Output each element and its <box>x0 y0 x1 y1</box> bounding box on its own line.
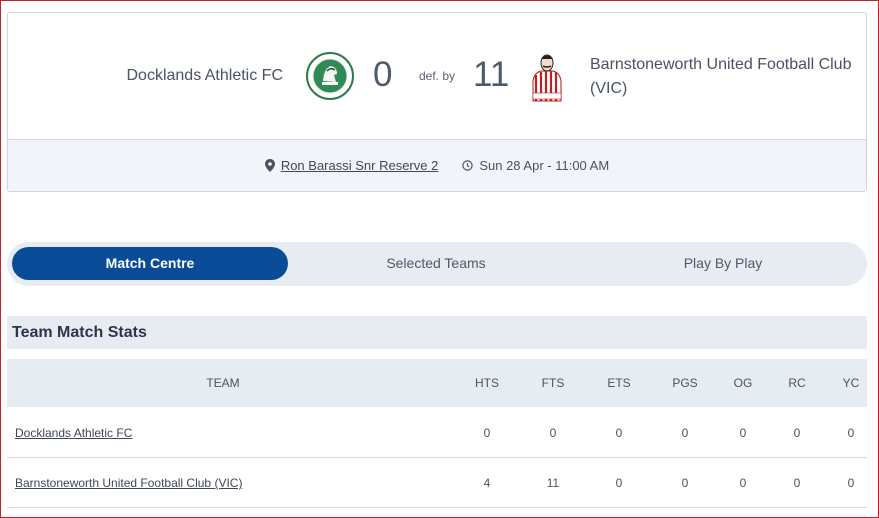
tab-play-by-play[interactable]: Play By Play <box>585 247 861 280</box>
stats-title: Team Match Stats <box>12 324 147 341</box>
stat-ets: 0 <box>615 476 623 490</box>
stat-og: 0 <box>739 476 747 490</box>
column-header-pgs: PGS <box>672 376 698 390</box>
column-header-yc: YC <box>842 376 860 390</box>
column-header-team: TEAM <box>206 376 240 390</box>
stats-title-bar: Team Match Stats <box>7 316 867 349</box>
team-link[interactable]: Docklands Athletic FC <box>15 426 132 440</box>
stat-fts: 11 <box>546 476 560 490</box>
away-team-name: Barnstoneworth United Football Club (VIC… <box>590 56 852 97</box>
column-header-fts: FTS <box>541 376 565 390</box>
location-pin-icon <box>264 159 275 172</box>
home-score: 0 <box>373 55 393 94</box>
stat-og: 0 <box>739 426 747 440</box>
tab-match-centre[interactable]: Match Centre <box>12 247 288 280</box>
stat-rc: 0 <box>793 426 801 440</box>
stat-rc: 0 <box>793 476 801 490</box>
home-team-name: Docklands Athletic FC <box>126 67 283 84</box>
stat-ets: 0 <box>615 426 623 440</box>
stat-fts: 0 <box>549 426 557 440</box>
column-header-hts: HTS <box>475 376 499 390</box>
venue-link[interactable]: Ron Barassi Snr Reserve 2 <box>281 158 439 173</box>
tab-selected-teams[interactable]: Selected Teams <box>299 247 573 280</box>
match-datetime: Sun 28 Apr - 11:00 AM <box>479 158 610 173</box>
column-header-og: OG <box>733 376 753 390</box>
stat-pgs: 0 <box>681 476 689 490</box>
away-team-logo <box>532 54 562 102</box>
stat-yc: 0 <box>847 426 855 440</box>
match-tabs: Match Centre Selected Teams Play By Play <box>7 242 867 286</box>
table-row: Docklands Athletic FC 0 0 0 0 0 0 0 <box>7 408 867 458</box>
result-text: def. by <box>419 69 456 83</box>
clock-icon <box>462 160 474 171</box>
team-link[interactable]: Barnstoneworth United Football Club (VIC… <box>15 476 242 490</box>
column-header-ets: ETS <box>607 376 631 390</box>
stat-hts: 4 <box>483 476 491 490</box>
column-header-rc: RC <box>788 376 806 390</box>
stat-hts: 0 <box>483 426 491 440</box>
venue-item: Ron Barassi Snr Reserve 2 <box>264 158 439 173</box>
datetime-item: Sun 28 Apr - 11:00 AM <box>462 158 609 173</box>
stat-pgs: 0 <box>681 426 689 440</box>
venue-row: Ron Barassi Snr Reserve 2 Sun 28 Apr - 1… <box>8 140 866 191</box>
score-row: Docklands Athletic FC 0 def. by 11 Barns… <box>8 13 866 140</box>
away-score: 11 <box>473 55 510 94</box>
match-card: Docklands Athletic FC 0 def. by 11 Barns… <box>7 12 867 192</box>
stat-yc: 0 <box>847 476 855 490</box>
table-row: Barnstoneworth United Football Club (VIC… <box>7 458 867 508</box>
stats-table-header: TEAM HTS FTS ETS PGS OG RC YC <box>7 359 867 407</box>
home-team-logo <box>306 52 354 100</box>
